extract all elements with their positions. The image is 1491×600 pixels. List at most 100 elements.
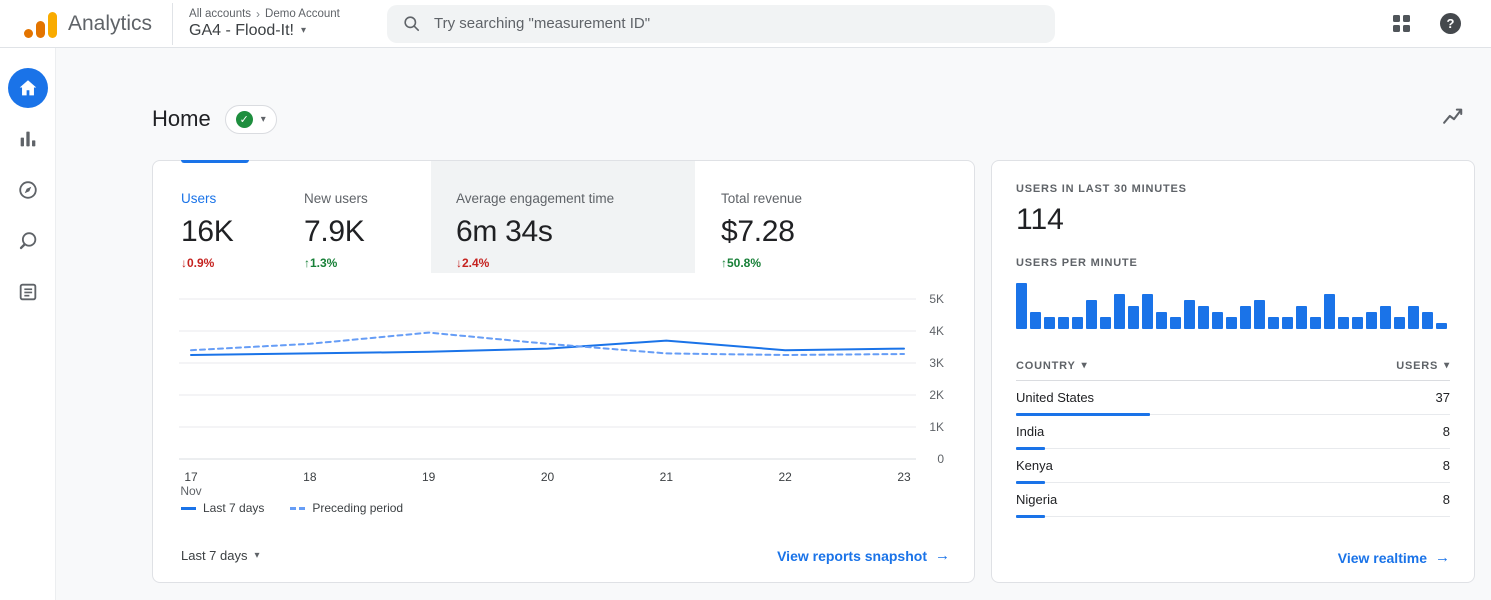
country-users-value: 8 — [1442, 458, 1450, 473]
bar-chart-icon — [20, 131, 35, 147]
minute-bar — [1142, 294, 1153, 329]
metric-delta: ↓2.4% — [456, 256, 490, 270]
metric-tab-new-users[interactable]: New users 7.9K ↑1.3% — [304, 161, 431, 273]
realtime-card: USERS IN LAST 30 MINUTES 114 USERS PER M… — [991, 160, 1475, 583]
users-sort-header[interactable]: USERS ▾ — [1396, 360, 1450, 372]
users-per-minute-chart — [1016, 281, 1450, 329]
country-users-value: 37 — [1435, 390, 1450, 405]
sidebar-item-reports[interactable] — [8, 119, 48, 159]
solid-line-swatch-icon — [181, 506, 196, 510]
breadcrumb-all-accounts[interactable]: All accounts — [189, 8, 251, 20]
metric-tab-avg-engagement-time[interactable]: Average engagement time 6m 34s ↓2.4% — [431, 161, 695, 273]
view-realtime-link[interactable]: View realtime → — [1338, 549, 1450, 566]
realtime-table-header: COUNTRY ▾ USERS ▾ — [1016, 351, 1450, 381]
country-row: Kenya 8 — [1016, 449, 1450, 484]
overview-card-footer: Last 7 days ▾ View reports snapshot → — [153, 547, 974, 582]
sidebar-item-advertising[interactable] — [8, 221, 48, 261]
minute-bar — [1226, 317, 1237, 329]
analytics-home-link[interactable]: Analytics — [0, 10, 172, 38]
apps-grid-icon[interactable] — [1393, 15, 1410, 32]
active-tab-indicator — [181, 160, 249, 163]
chevron-down-icon: ▾ — [1444, 360, 1450, 371]
minute-bar — [1170, 317, 1181, 329]
minute-bar — [1408, 306, 1419, 329]
sidebar-item-configure[interactable] — [8, 272, 48, 312]
country-row: India 8 — [1016, 415, 1450, 450]
svg-text:23: 23 — [897, 470, 911, 484]
app-title: Analytics — [68, 11, 153, 35]
svg-text:2K: 2K — [929, 388, 944, 402]
svg-text:1K: 1K — [929, 420, 944, 434]
metric-value: 16K — [181, 215, 234, 248]
minute-bar — [1380, 306, 1391, 329]
minute-bar — [1296, 306, 1307, 329]
minute-bar — [1240, 306, 1251, 329]
minute-bar — [1128, 306, 1139, 329]
date-range-selector[interactable]: Last 7 days ▾ — [181, 548, 260, 563]
search-bar[interactable] — [387, 4, 1056, 43]
minute-bar — [1058, 317, 1069, 329]
metric-value: 6m 34s — [456, 215, 553, 248]
country-sort-header[interactable]: COUNTRY ▾ — [1016, 360, 1087, 372]
minute-bar — [1310, 317, 1321, 329]
home-icon — [19, 80, 36, 96]
breadcrumb-account[interactable]: Demo Account — [265, 8, 340, 20]
minute-bar — [1352, 317, 1363, 329]
minute-bar — [1100, 317, 1111, 329]
svg-text:19: 19 — [422, 470, 436, 484]
country-bar — [1016, 515, 1045, 518]
metric-label: New users — [304, 191, 368, 206]
users-30min-label: USERS IN LAST 30 MINUTES — [1016, 183, 1187, 195]
main-content: Home ✓ ▾ Users 16K ↓0.9% New users 7.9K … — [56, 48, 1491, 600]
metric-label: Total revenue — [721, 191, 803, 206]
view-reports-snapshot-link[interactable]: View reports snapshot → — [777, 547, 950, 564]
minute-bar — [1114, 294, 1125, 329]
users-per-minute-label: USERS PER MINUTE — [1016, 257, 1138, 269]
metric-tab-users[interactable]: Users 16K ↓0.9% — [153, 161, 304, 273]
minute-bar — [1366, 312, 1377, 329]
minute-bar — [1422, 312, 1433, 329]
account-switcher[interactable]: All accounts › Demo Account GA4 - Flood-… — [173, 8, 359, 40]
minute-bar — [1254, 300, 1265, 329]
overview-card: Users 16K ↓0.9% New users 7.9K ↑1.3% Ave… — [152, 160, 975, 583]
property-caret-icon: ▾ — [300, 25, 306, 36]
minute-bar — [1324, 294, 1335, 329]
users-line-chart: 5K 4K 3K 2K 1K 0 17Nov 18 19 20 21 22 23 — [179, 292, 944, 498]
cards-row: Users 16K ↓0.9% New users 7.9K ↑1.3% Ave… — [152, 160, 1475, 583]
status-badge[interactable]: ✓ ▾ — [224, 104, 277, 134]
svg-text:18: 18 — [303, 470, 317, 484]
metric-label: Average engagement time — [456, 191, 615, 206]
compass-icon — [18, 181, 37, 199]
analytics-logo-icon — [24, 10, 57, 38]
legend-preceding-period: Preceding period — [290, 501, 403, 515]
minute-bar — [1268, 317, 1279, 329]
minute-bar — [1030, 312, 1041, 329]
country-table-body: United States 37 India 8 Kenya 8 Nigeria 8 — [1016, 381, 1450, 518]
search-input[interactable] — [434, 15, 1041, 32]
chart-legend: Last 7 days Preceding period — [153, 501, 974, 515]
help-icon[interactable]: ? — [1440, 13, 1461, 34]
breadcrumb: All accounts › Demo Account — [189, 8, 359, 20]
sidebar-item-home[interactable] — [7, 68, 48, 108]
minute-bar — [1184, 300, 1195, 329]
minute-bar — [1198, 306, 1209, 329]
country-name: Nigeria — [1016, 492, 1058, 507]
arrow-right-icon: → — [935, 547, 950, 564]
metric-delta: ↓0.9% — [181, 256, 215, 270]
minute-bar — [1212, 312, 1223, 329]
insights-button[interactable] — [1432, 100, 1475, 138]
metric-tab-total-revenue[interactable]: Total revenue $7.28 ↑50.8% — [695, 161, 974, 273]
svg-text:0: 0 — [937, 452, 944, 466]
left-nav — [0, 48, 56, 600]
svg-text:3K: 3K — [929, 356, 944, 370]
svg-text:21: 21 — [660, 470, 674, 484]
chevron-down-icon: ▾ — [1081, 360, 1088, 371]
top-bar: Analytics All accounts › Demo Account GA… — [0, 0, 1491, 48]
country-users-value: 8 — [1442, 424, 1450, 439]
svg-text:20: 20 — [541, 470, 555, 484]
page-header: Home ✓ ▾ — [152, 100, 1475, 138]
svg-text:4K: 4K — [929, 324, 944, 338]
sidebar-item-explore[interactable] — [8, 170, 48, 210]
svg-text:22: 22 — [778, 470, 792, 484]
country-row: United States 37 — [1016, 381, 1450, 416]
